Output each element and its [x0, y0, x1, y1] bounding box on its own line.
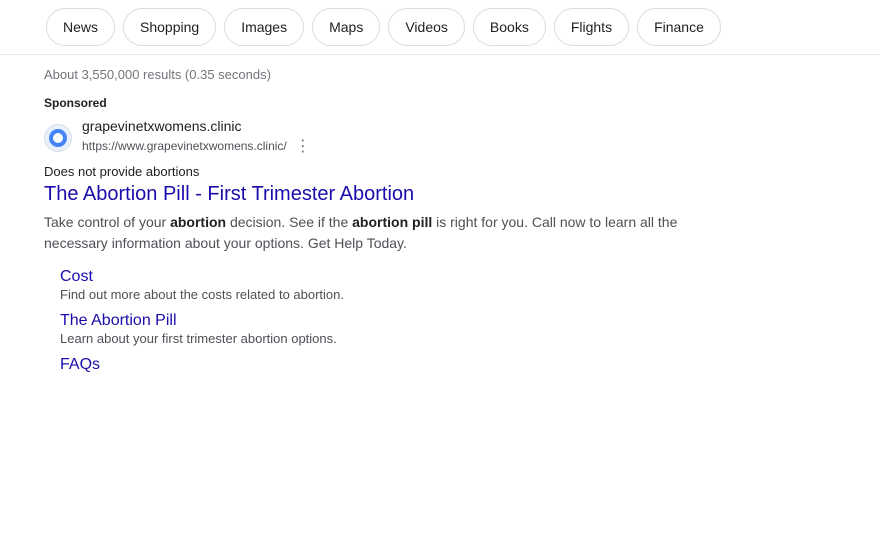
- sitelink-item-1: The Abortion PillLearn about your first …: [60, 312, 836, 346]
- ad-disclaimer: Does not provide abortions: [44, 164, 836, 179]
- ad-url: https://www.grapevinetxwomens.clinic/: [82, 139, 287, 153]
- ad-title[interactable]: The Abortion Pill - First Trimester Abor…: [44, 183, 836, 206]
- sponsored-label: Sponsored: [44, 96, 836, 110]
- sitelink-desc-0: Find out more about the costs related to…: [60, 287, 836, 302]
- sitelink-desc-1: Learn about your first trimester abortio…: [60, 331, 836, 346]
- ad-favicon: [44, 124, 72, 152]
- nav-tab-flights[interactable]: Flights: [554, 8, 629, 46]
- sitelink-item-2: FAQs: [60, 356, 836, 374]
- sitelink-item-0: CostFind out more about the costs relate…: [60, 268, 836, 302]
- ad-url-row: https://www.grapevinetxwomens.clinic/ ⋮: [82, 134, 313, 158]
- sitelink-title-0[interactable]: Cost: [60, 268, 836, 286]
- sitelinks: CostFind out more about the costs relate…: [44, 268, 836, 374]
- ad-domain-row: grapevinetxwomens.clinic https://www.gra…: [44, 118, 836, 158]
- nav-tab-videos[interactable]: Videos: [388, 8, 465, 46]
- nav-tabs: NewsShoppingImagesMapsVideosBooksFlights…: [0, 0, 880, 55]
- ad-description: Take control of your abortion decision. …: [44, 212, 744, 254]
- nav-tab-images[interactable]: Images: [224, 8, 304, 46]
- nav-tab-finance[interactable]: Finance: [637, 8, 721, 46]
- sitelink-title-1[interactable]: The Abortion Pill: [60, 312, 836, 330]
- favicon-icon: [49, 129, 67, 147]
- ad-domain-name: grapevinetxwomens.clinic: [82, 118, 313, 134]
- ad-menu-icon[interactable]: ⋮: [293, 134, 313, 158]
- nav-tab-maps[interactable]: Maps: [312, 8, 380, 46]
- nav-tab-books[interactable]: Books: [473, 8, 546, 46]
- results-meta: About 3,550,000 results (0.35 seconds): [0, 55, 880, 88]
- sitelink-title-2[interactable]: FAQs: [60, 356, 836, 374]
- nav-tab-news[interactable]: News: [46, 8, 115, 46]
- nav-tab-shopping[interactable]: Shopping: [123, 8, 216, 46]
- ad-domain-info: grapevinetxwomens.clinic https://www.gra…: [82, 118, 313, 158]
- sponsored-section: Sponsored grapevinetxwomens.clinic https…: [0, 88, 880, 374]
